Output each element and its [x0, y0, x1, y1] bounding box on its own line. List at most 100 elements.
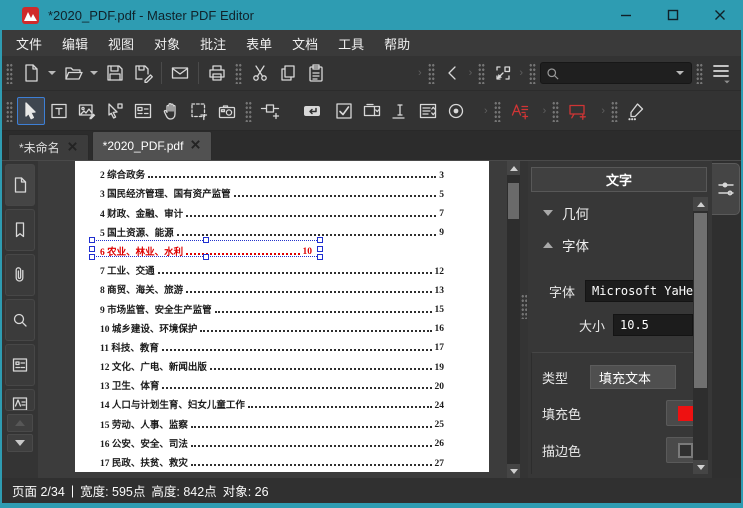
text-field-tool-button[interactable]: [386, 97, 414, 125]
select-tool-button[interactable]: [17, 96, 45, 125]
toc-row[interactable]: 9 市场监管、安全生产监管 15: [100, 296, 444, 316]
toolbar-grip[interactable]: [529, 62, 536, 84]
font-name-input[interactable]: [585, 280, 693, 302]
toc-row[interactable]: 12 文化、广电、新闻出版 19: [100, 354, 444, 374]
save-button[interactable]: [101, 59, 129, 87]
toolbar-grip[interactable]: [6, 99, 13, 122]
toolbar-grip[interactable]: [493, 99, 501, 122]
toolbar-grip[interactable]: [427, 62, 435, 84]
sidebar-bookmarks-button[interactable]: [5, 209, 35, 251]
add-link-tool-button[interactable]: [256, 97, 284, 125]
scrollbar-up-button[interactable]: [507, 161, 520, 175]
panel-scrollbar[interactable]: [693, 197, 708, 474]
toolbar-grip[interactable]: [552, 99, 560, 122]
tab-close-icon[interactable]: [67, 141, 78, 155]
sidebar-annotations-button[interactable]: [5, 389, 35, 411]
toc-row[interactable]: 5 国土资源、能源 9: [100, 220, 444, 239]
callout-annotation-tool-button[interactable]: [563, 97, 591, 125]
open-button[interactable]: [59, 59, 87, 87]
selection-handle[interactable]: [89, 237, 95, 244]
screenshot-tool-button[interactable]: [213, 97, 241, 125]
return-field-tool-button[interactable]: [298, 97, 326, 125]
open-dropdown-icon[interactable]: [90, 71, 98, 75]
document-scrollbar[interactable]: [507, 161, 520, 478]
toc-row[interactable]: 13 卫生、体育 20: [100, 373, 444, 393]
search-input[interactable]: [560, 66, 673, 80]
close-button[interactable]: [705, 0, 735, 30]
font-section-header[interactable]: 字体: [531, 231, 693, 258]
scrollbar-thumb[interactable]: [508, 183, 519, 219]
new-document-dropdown-icon[interactable]: [48, 71, 56, 75]
selection-handle[interactable]: [203, 237, 209, 244]
listbox-field-tool-button[interactable]: [414, 97, 442, 125]
selected-text-object[interactable]: 6 农业、林业、水利 10: [89, 237, 323, 261]
toolbar-grip[interactable]: [611, 99, 619, 122]
menu-file[interactable]: 文件: [6, 30, 52, 56]
tab-2020-pdf[interactable]: *2020_PDF.pdf: [91, 131, 213, 160]
edit-image-tool-button[interactable]: [73, 97, 101, 125]
font-size-input[interactable]: [613, 314, 693, 336]
toc-row[interactable]: 7 工业、交通 12: [100, 258, 444, 278]
panel-scroll-down-button[interactable]: [693, 460, 708, 474]
toc-row[interactable]: 4 财政、金融、审计 7: [100, 200, 444, 220]
combobox-field-tool-button[interactable]: [358, 97, 386, 125]
search-dropdown-icon[interactable]: [676, 71, 684, 75]
sidebar-scroll-down-button[interactable]: [7, 434, 33, 452]
stroke-color-button[interactable]: [666, 437, 693, 463]
selection-handle[interactable]: [89, 254, 95, 261]
toc-row[interactable]: 3 国民经济管理、国有资产监管 5: [100, 181, 444, 201]
sidebar-search-button[interactable]: [5, 299, 35, 341]
toolbar-grip[interactable]: [235, 62, 242, 84]
toolbar-grip[interactable]: [245, 99, 252, 122]
properties-panel-toggle-tab[interactable]: [712, 163, 740, 215]
print-button[interactable]: [203, 59, 231, 87]
cut-button[interactable]: [246, 59, 274, 87]
toc-row[interactable]: 18 民族、宗教28: [100, 469, 444, 472]
maximize-button[interactable]: [658, 0, 688, 30]
radio-field-tool-button[interactable]: [442, 97, 470, 125]
paste-button[interactable]: [302, 59, 330, 87]
scrollbar-down-button[interactable]: [507, 464, 520, 478]
toc-row[interactable]: 10 城乡建设、环境保护 16: [100, 316, 444, 335]
selection-handle[interactable]: [317, 245, 323, 252]
menu-view[interactable]: 视图: [98, 30, 144, 56]
copy-button[interactable]: [274, 59, 302, 87]
toc-row[interactable]: 11 科技、教育 17: [100, 335, 444, 354]
email-button[interactable]: [166, 59, 194, 87]
toc-row[interactable]: 15 劳动、人事、监察 25: [100, 411, 444, 431]
menu-tools[interactable]: 工具: [328, 30, 374, 56]
toc-row[interactable]: 6 农业、林业、水利 10: [89, 237, 444, 261]
sidebar-scroll-up-button[interactable]: [7, 414, 33, 432]
new-document-button[interactable]: [17, 59, 45, 87]
edit-path-tool-button[interactable]: [101, 97, 129, 125]
hand-tool-button[interactable]: [157, 97, 185, 125]
menu-help[interactable]: 帮助: [374, 30, 420, 56]
panel-scroll-up-button[interactable]: [693, 197, 708, 211]
highlight-tool-button[interactable]: [622, 97, 650, 125]
edit-forms-tool-button[interactable]: [129, 97, 157, 125]
hamburger-menu-button[interactable]: [707, 59, 735, 87]
splitter-grip[interactable]: [521, 293, 527, 319]
toc-row[interactable]: 8 商贸、海关、旅游 13: [100, 277, 444, 297]
menu-object[interactable]: 对象: [144, 30, 190, 56]
menu-document[interactable]: 文档: [282, 30, 328, 56]
select-area-tool-button[interactable]: [185, 97, 213, 125]
menu-forms[interactable]: 表单: [236, 30, 282, 56]
fit-selection-button[interactable]: [489, 59, 517, 87]
type-dropdown[interactable]: 填充文本: [590, 365, 677, 389]
fill-color-button[interactable]: [666, 400, 693, 426]
toc-row[interactable]: 2 综合政务 3: [100, 162, 444, 182]
text-annotation-tool-button[interactable]: [505, 97, 533, 125]
selection-handle[interactable]: [317, 237, 323, 244]
sidebar-pages-button[interactable]: [5, 164, 35, 206]
menu-annotation[interactable]: 批注: [190, 30, 236, 56]
sidebar-form-fields-button[interactable]: [5, 344, 35, 386]
selection-handle[interactable]: [89, 245, 95, 252]
panel-splitter[interactable]: [520, 161, 528, 478]
panel-scrollbar-thumb[interactable]: [694, 213, 707, 388]
toc-row[interactable]: 14 人口与计划生育、妇女儿童工作 24: [100, 392, 444, 412]
geometry-section-header[interactable]: 几何: [531, 199, 693, 226]
minimize-button[interactable]: [611, 0, 641, 30]
menu-edit[interactable]: 编辑: [52, 30, 98, 56]
back-button[interactable]: [439, 59, 467, 87]
